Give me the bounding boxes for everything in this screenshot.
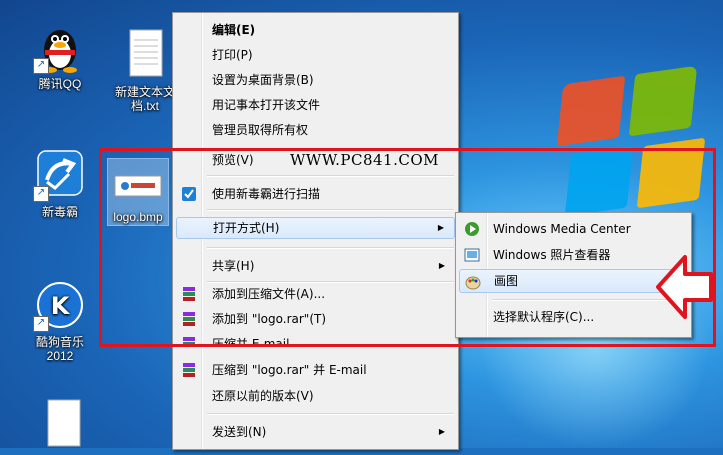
submenu-arrow-icon: ▶ <box>438 427 445 436</box>
kugou-music-icon: K ↗ <box>33 278 87 332</box>
winrar-icon <box>181 362 197 378</box>
menu-item-open-notepad[interactable]: 用记事本打开该文件 <box>176 94 455 116</box>
menu-item-print[interactable]: 打印(P) <box>176 44 455 66</box>
desktop-icon-label: 腾讯QQ <box>38 77 82 91</box>
shortcut-arrow-icon: ↗ <box>33 186 49 202</box>
svg-text:K: K <box>51 292 71 320</box>
text-file-icon <box>118 28 172 82</box>
text-file-icon <box>36 398 90 452</box>
menu-item-restore-versions[interactable]: 还原以前的版本(V) <box>176 385 455 407</box>
menu-separator <box>207 413 454 415</box>
desktop-icon-label: 酷狗音乐 2012 <box>35 335 84 363</box>
desktop-icon-file[interactable] <box>18 398 108 455</box>
menu-item-take-ownership[interactable]: 管理员取得所有权 <box>176 119 455 141</box>
highlight-box <box>99 148 716 347</box>
menu-item-set-wallpaper[interactable]: 设置为桌面背景(B) <box>176 69 455 91</box>
pointer-arrow-icon <box>656 255 713 319</box>
shortcut-arrow-icon: ↗ <box>33 316 49 332</box>
menu-item-compress-logo-rar-email[interactable]: 压缩到 "logo.rar" 并 E-mail <box>176 359 455 381</box>
desktop-icon-qq[interactable]: ↗ 腾讯QQ <box>15 20 105 91</box>
shortcut-arrow-icon: ↗ <box>33 58 49 74</box>
desktop-icon-kugou[interactable]: K ↗ 酷狗音乐 2012 <box>15 278 105 363</box>
menu-item-edit[interactable]: 编辑(E) <box>176 19 455 41</box>
desktop-icon-label: 新毒霸 <box>41 205 78 219</box>
desktop-icon-duba[interactable]: ↗ 新毒霸 <box>15 148 105 219</box>
duba-antivirus-icon: ↗ <box>33 148 87 202</box>
menu-item-send-to[interactable]: 发送到(N) ▶ <box>176 421 455 443</box>
qq-penguin-icon: ↗ <box>33 20 87 74</box>
watermark-text: WWW.PC841.COM <box>290 151 439 169</box>
